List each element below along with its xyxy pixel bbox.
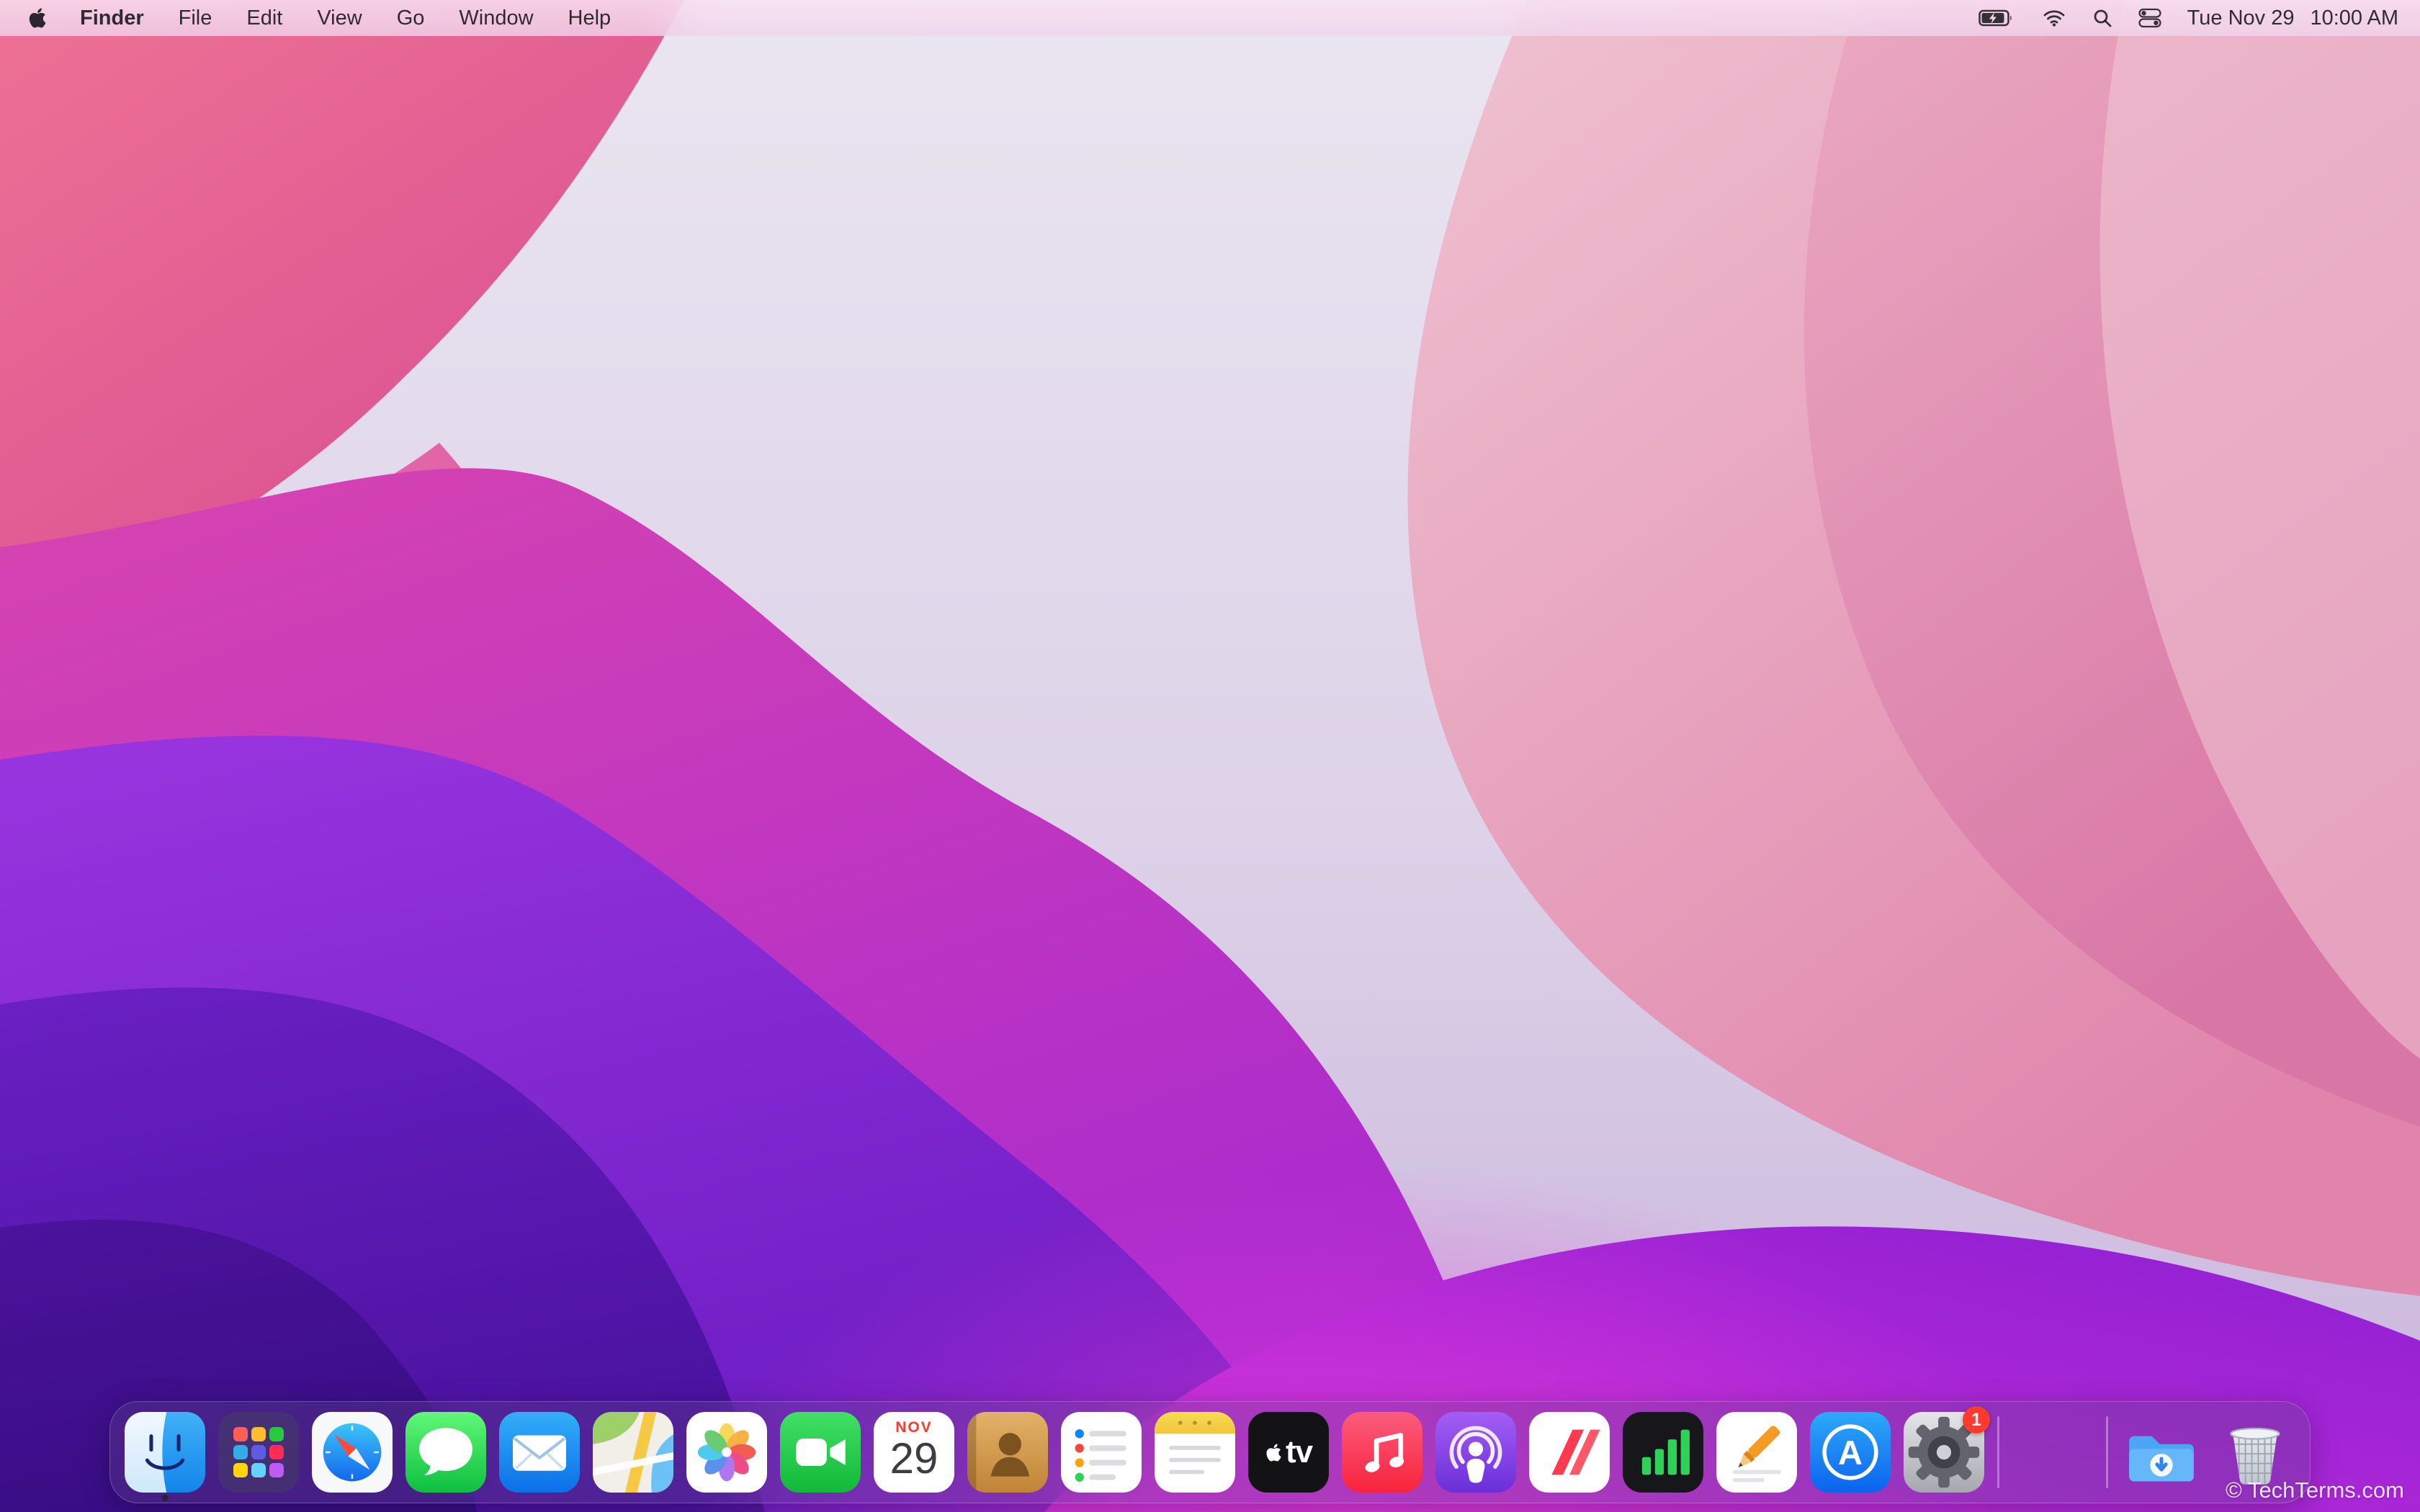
dock: NOV 29: [109, 1401, 2311, 1503]
dock-item-stocks: [1623, 1412, 1703, 1493]
finder-running-indicator: [162, 1495, 169, 1501]
menu-help[interactable]: Help: [551, 0, 629, 36]
stocks-icon[interactable]: [1623, 1412, 1703, 1493]
dock-item-calendar: NOV 29: [874, 1412, 954, 1493]
news-icon[interactable]: [1529, 1412, 1610, 1493]
dock-item-facetime: [780, 1412, 861, 1493]
dock-item-mail: [499, 1412, 580, 1493]
dock-item-app-store: A: [1810, 1412, 1891, 1493]
maps-icon[interactable]: [593, 1412, 673, 1493]
finder-art: [125, 1412, 205, 1493]
dock-divider: [1997, 1416, 1999, 1488]
menu-bar-date[interactable]: Tue Nov 29: [2187, 6, 2295, 30]
dock-container: NOV 29: [0, 1401, 2420, 1503]
dock-item-pages: [1716, 1412, 1797, 1493]
menu-bar: Finder File Edit View Go Window Help: [0, 0, 2420, 36]
desktop-wallpaper: [0, 0, 2420, 1512]
dock-item-reminders: [1061, 1412, 1142, 1493]
menu-bar-left: Finder File Edit View Go Window Help: [0, 0, 628, 36]
dock-item-finder: [125, 1412, 205, 1493]
control-center-icon[interactable]: [2138, 0, 2161, 36]
contacts-icon[interactable]: [967, 1412, 1048, 1493]
dock-item-firefox: [2012, 1412, 2093, 1493]
firefox-icon[interactable]: [2012, 1412, 2093, 1493]
messages-icon[interactable]: [405, 1412, 486, 1493]
apple-logo-icon: [27, 7, 47, 29]
apple-menu[interactable]: [20, 0, 63, 36]
app-store-letter: A: [1838, 1434, 1863, 1472]
menu-window[interactable]: Window: [442, 0, 550, 36]
finder-icon[interactable]: [125, 1412, 205, 1493]
notes-icon[interactable]: [1155, 1412, 1235, 1493]
launchpad-icon[interactable]: [218, 1412, 299, 1493]
pages-icon[interactable]: [1716, 1412, 1797, 1493]
safari-icon[interactable]: [312, 1412, 393, 1493]
battery-icon[interactable]: [1978, 0, 2016, 36]
dock-divider: [2106, 1416, 2108, 1488]
dock-item-launchpad: [218, 1412, 299, 1493]
app-store-icon[interactable]: A: [1810, 1412, 1891, 1493]
watermark: © TechTerms.com: [2226, 1477, 2404, 1503]
dock-item-downloads: [2121, 1412, 2202, 1493]
music-icon[interactable]: [1342, 1412, 1422, 1493]
dock-item-tv: tv: [1248, 1412, 1329, 1493]
calendar-icon[interactable]: NOV 29: [874, 1412, 954, 1493]
dock-item-podcasts: [1435, 1412, 1516, 1493]
photos-icon[interactable]: [686, 1412, 767, 1493]
menu-bar-status: Tue Nov 29 10:00 AM: [1978, 0, 2420, 36]
notification-badge: 1: [1963, 1406, 1990, 1434]
app-menu-finder[interactable]: Finder: [63, 0, 161, 36]
downloads-folder-icon[interactable]: [2121, 1412, 2202, 1493]
tv-apple-logo-icon: [1265, 1443, 1282, 1462]
dock-item-messages: [405, 1412, 486, 1493]
facetime-icon[interactable]: [780, 1412, 861, 1493]
calendar-face: NOV 29: [874, 1412, 954, 1493]
menu-go[interactable]: Go: [380, 0, 442, 36]
dock-item-maps: [593, 1412, 673, 1493]
launchpad-grid: [218, 1412, 299, 1493]
menu-file[interactable]: File: [161, 0, 230, 36]
dock-item-music: [1342, 1412, 1422, 1493]
menu-edit[interactable]: Edit: [229, 0, 300, 36]
dock-item-notes: [1155, 1412, 1235, 1493]
dock-item-system-preferences: 1: [1904, 1412, 1984, 1493]
tv-label: tv: [1286, 1434, 1312, 1470]
tv-face: tv: [1248, 1412, 1329, 1493]
reminders-icon[interactable]: [1061, 1412, 1142, 1493]
calendar-day-label: 29: [890, 1435, 938, 1482]
spotlight-icon[interactable]: [2092, 0, 2112, 36]
wifi-icon[interactable]: [2042, 0, 2066, 36]
mail-icon[interactable]: [499, 1412, 580, 1493]
podcasts-icon[interactable]: [1435, 1412, 1516, 1493]
tv-icon[interactable]: tv: [1248, 1412, 1329, 1493]
menu-view[interactable]: View: [300, 0, 379, 36]
dock-item-safari: [312, 1412, 393, 1493]
dock-item-news: [1529, 1412, 1610, 1493]
dock-item-contacts: [967, 1412, 1048, 1493]
dock-item-photos: [686, 1412, 767, 1493]
menu-bar-clock[interactable]: 10:00 AM: [2310, 6, 2398, 30]
